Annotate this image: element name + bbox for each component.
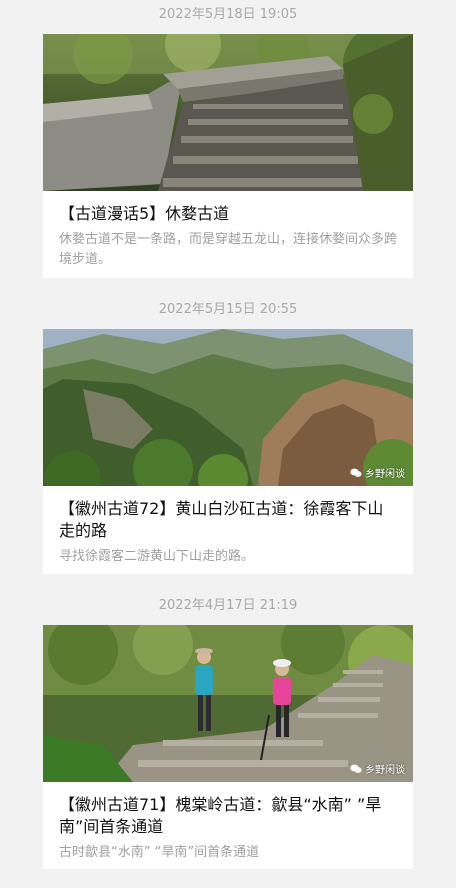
message-timestamp: 2022年5月15日 20:55	[158, 302, 298, 317]
wechat-icon	[350, 764, 362, 774]
message-timestamp: 2022年4月17日 21:19	[158, 598, 298, 613]
watermark: 乡野闲谈	[350, 465, 405, 480]
article-card[interactable]: 【古道漫话5】休婺古道 休婺古道不是一条路，而是穿越五龙山，连接休婺间众多跨境步…	[43, 34, 413, 278]
article-summary: 古时歙县“水南” “旱南”间首条通道	[59, 845, 260, 860]
article-title: 【徽州古道72】黄山白沙矼古道：徐霞客下山走的路	[59, 499, 384, 540]
article-cover-image: 乡野闲谈	[43, 625, 413, 782]
message-timestamp: 2022年5月18日 19:05	[158, 7, 298, 22]
article-title: 【古道漫话5】休婺古道	[59, 204, 230, 223]
watermark-text: 乡野闲谈	[365, 765, 405, 776]
watermark: 乡野闲谈	[350, 761, 405, 776]
article-card[interactable]: 乡野闲谈 【徽州古道72】黄山白沙矼古道：徐霞客下山走的路 寻找徐霞客二游黄山下…	[43, 329, 413, 574]
article-title: 【徽州古道71】槐棠岭古道：歙县“水南” ”旱南”间首条通道	[59, 795, 382, 836]
message-feed: 2022年5月18日 19:05 【古道漫话5】休婺古道 休婺古道不是一条路，而…	[0, 0, 456, 888]
article-cover-image	[43, 34, 413, 191]
article-summary: 寻找徐霞客二游黄山下山走的路。	[59, 549, 255, 564]
watermark-text: 乡野闲谈	[365, 469, 405, 480]
article-cover-image: 乡野闲谈	[43, 329, 413, 486]
wechat-icon	[350, 468, 362, 478]
article-card[interactable]: 乡野闲谈 【徽州古道71】槐棠岭古道：歙县“水南” ”旱南”间首条通道 古时歙县…	[43, 625, 413, 869]
article-summary: 休婺古道不是一条路，而是穿越五龙山，连接休婺间众多跨境步道。	[59, 232, 398, 267]
